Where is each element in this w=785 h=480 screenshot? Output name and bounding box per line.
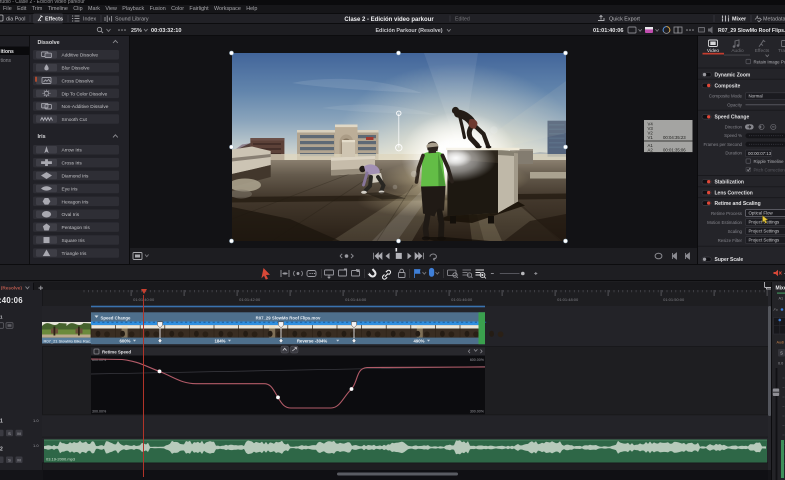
- svg-text:Retime and Scaling: Retime and Scaling: [715, 201, 761, 207]
- svg-text:Scaling: Scaling: [728, 229, 743, 234]
- svg-text:01:01:40:06: 01:01:40:06: [593, 28, 623, 34]
- svg-text:00:00:07:13: 00:00:07:13: [748, 151, 772, 156]
- svg-text:Cross Iris: Cross Iris: [62, 161, 83, 167]
- svg-text:Opacity: Opacity: [727, 102, 743, 107]
- svg-text:Ripple Timeline: Ripple Timeline: [754, 159, 785, 164]
- svg-text:Duration: Duration: [725, 151, 742, 156]
- svg-text:1.0: 1.0: [33, 443, 39, 448]
- svg-text:Additive Dissolve: Additive Dissolve: [62, 53, 99, 59]
- svg-text:Super Scale: Super Scale: [715, 257, 744, 263]
- svg-text:600%: 600%: [120, 339, 131, 344]
- svg-text:25%: 25%: [131, 28, 142, 34]
- svg-text:S: S: [8, 431, 11, 436]
- svg-text:Hexagon Iris: Hexagon Iris: [62, 199, 90, 205]
- svg-text:Mixe: Mixe: [776, 286, 785, 292]
- svg-text:600.00%: 600.00%: [92, 358, 107, 362]
- svg-text:S: S: [780, 351, 783, 356]
- svg-text:01:01:48:00: 01:01:48:00: [557, 297, 579, 302]
- svg-text:184%: 184%: [215, 339, 226, 344]
- svg-text:Eye Iris: Eye Iris: [62, 186, 79, 192]
- svg-text:Quick Export: Quick Export: [609, 17, 640, 23]
- svg-text:Optical Flow: Optical Flow: [749, 211, 774, 216]
- svg-text:01:01:50:00: 01:01:50:00: [663, 297, 685, 302]
- svg-text:01:01:42:00: 01:01:42:00: [239, 297, 261, 302]
- svg-text:Arrow Iris: Arrow Iris: [62, 148, 83, 154]
- svg-text:Speed Change: Speed Change: [101, 315, 131, 320]
- svg-text:Speed %: Speed %: [724, 133, 742, 138]
- svg-text:1.0: 1.0: [33, 418, 39, 423]
- svg-text:Effects: Effects: [755, 48, 770, 54]
- svg-text:Smooth Cut: Smooth Cut: [62, 117, 88, 123]
- svg-text:Edición Parkour (Resolve): Edición Parkour (Resolve): [375, 28, 442, 34]
- svg-text::40:06: :40:06: [0, 296, 23, 305]
- svg-text:Audio: Audio: [731, 48, 744, 54]
- svg-text:00:01:35:06: 00:01:35:06: [663, 147, 686, 152]
- svg-text:A1: A1: [779, 297, 784, 301]
- svg-text:Project Settings: Project Settings: [749, 229, 781, 234]
- svg-text:300.00%: 300.00%: [92, 410, 107, 414]
- svg-text:Pentagon Iris: Pentagon Iris: [62, 225, 91, 231]
- svg-text:Index: Index: [83, 17, 96, 23]
- svg-text:Reverse -304%: Reverse -304%: [297, 339, 328, 344]
- svg-text:Non-Additive Dissolve: Non-Additive Dissolve: [62, 104, 109, 110]
- svg-text:itions: itions: [1, 49, 15, 55]
- svg-text:M: M: [17, 431, 20, 436]
- svg-text:M: M: [17, 458, 20, 463]
- svg-text:Direction: Direction: [725, 124, 743, 129]
- svg-text:Iris: Iris: [38, 134, 46, 140]
- svg-text:Mixer: Mixer: [732, 17, 747, 23]
- svg-text:Sound Library: Sound Library: [115, 17, 149, 23]
- svg-text:Pitch Correction: Pitch Correction: [754, 167, 785, 172]
- svg-text:600.00%: 600.00%: [470, 358, 485, 362]
- svg-text:V1: V1: [648, 135, 654, 140]
- svg-text:Diamond Iris: Diamond Iris: [62, 174, 90, 180]
- svg-text:300.00%: 300.00%: [470, 410, 485, 414]
- svg-text:Clase 2 - Edición video parkou: Clase 2 - Edición video parkour: [344, 17, 434, 23]
- svg-text:R07_29 SlowMo Roof Flips.mov: R07_29 SlowMo Roof Flips.mov: [256, 315, 321, 320]
- svg-text:Composite: Composite: [715, 83, 741, 89]
- svg-text:Frames per Second: Frames per Second: [703, 142, 742, 147]
- svg-text:Normal: Normal: [749, 94, 763, 99]
- svg-text:Resize Filter: Resize Filter: [718, 238, 743, 243]
- svg-text:Oval Iris: Oval Iris: [62, 212, 80, 218]
- svg-text:00:03:32:10: 00:03:32:10: [151, 28, 181, 34]
- svg-text:Retime Process: Retime Process: [711, 211, 743, 216]
- svg-text:Stabilization: Stabilization: [715, 180, 744, 186]
- svg-text:1: 1: [0, 419, 3, 425]
- svg-text:Retain Image Positi: Retain Image Positi: [754, 59, 785, 64]
- svg-text:03.19-2000.mp3: 03.19-2000.mp3: [46, 457, 76, 462]
- svg-text:R07_29 SlowMo Roof Flips.mo: R07_29 SlowMo Roof Flips.mo: [718, 28, 785, 34]
- svg-text:Effects: Effects: [45, 17, 63, 23]
- svg-text:Speed Change: Speed Change: [715, 115, 750, 121]
- svg-text:2: 2: [0, 447, 3, 453]
- svg-text:Project Settings: Project Settings: [749, 238, 781, 243]
- svg-text:00:04:35:23: 00:04:35:23: [663, 135, 686, 140]
- svg-text:Motion Estimation: Motion Estimation: [707, 220, 742, 225]
- svg-text:tions: tions: [1, 58, 12, 64]
- svg-text:Metadata: Metadata: [763, 17, 785, 23]
- svg-text:Dip To Color Dissolve: Dip To Color Dissolve: [62, 91, 108, 97]
- svg-text:Blur Dissolve: Blur Dissolve: [62, 66, 90, 72]
- svg-text:01:01:46:00: 01:01:46:00: [451, 297, 473, 302]
- svg-text:Retime Speed: Retime Speed: [102, 350, 131, 355]
- svg-text:Triangle Iris: Triangle Iris: [62, 251, 87, 257]
- svg-text:S: S: [8, 458, 11, 463]
- svg-text:Dissolve: Dissolve: [38, 40, 60, 46]
- svg-text:Cross Dissolve: Cross Dissolve: [62, 78, 94, 84]
- svg-text:01:01:44:00: 01:01:44:00: [345, 297, 367, 302]
- svg-text:R07_21 SlowMo Bike Rac...: R07_21 SlowMo Bike Rac...: [44, 338, 94, 343]
- svg-text:dia Pool: dia Pool: [6, 17, 25, 23]
- svg-text:Fx: Fx: [774, 308, 779, 312]
- svg-text:Transi: Transi: [778, 48, 785, 54]
- svg-text:A2: A2: [648, 147, 654, 152]
- svg-text:Dynamic Zoom: Dynamic Zoom: [715, 73, 751, 79]
- svg-text:490%: 490%: [414, 339, 425, 344]
- svg-text:0.0: 0.0: [778, 362, 783, 366]
- svg-text:Composite Mode: Composite Mode: [709, 94, 743, 99]
- svg-text:Edited: Edited: [455, 17, 470, 23]
- svg-text:Square Iris: Square Iris: [62, 238, 86, 244]
- svg-text:Audi: Audi: [777, 341, 785, 345]
- svg-text:Lens Correction: Lens Correction: [715, 191, 753, 197]
